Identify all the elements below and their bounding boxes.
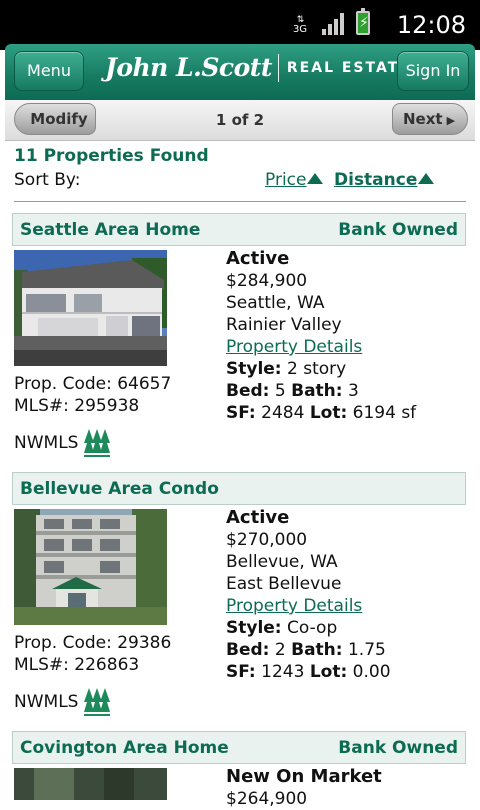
listing-style: Style: Co-op <box>226 617 391 639</box>
signal-bars-icon <box>322 11 344 35</box>
triangle-up-icon <box>418 173 435 184</box>
prop-code: Prop. Code: 64657 <box>14 374 172 394</box>
mls-source: NWMLS <box>14 688 171 716</box>
style-label: Style: <box>226 359 282 379</box>
listing-title: Covington Area Home <box>20 738 229 758</box>
bed-label: Bed: <box>226 381 270 401</box>
results-count: 11 Properties Found <box>14 146 209 166</box>
listing-style: Style: 2 story <box>226 358 416 380</box>
status-bar: ⇅ 3G ⚡ 12:08 <box>0 0 480 50</box>
mls-source-label: NWMLS <box>14 692 79 712</box>
next-button[interactable]: Next ▶ <box>392 103 468 135</box>
sort-distance-link[interactable]: Distance <box>334 170 435 190</box>
listing-city: Seattle, WA <box>226 293 325 313</box>
3g-data-icon: ⇅ 3G <box>290 15 310 35</box>
listing-title: Bellevue Area Condo <box>20 479 219 499</box>
bed-label: Bed: <box>226 640 270 660</box>
network-type-label: 3G <box>292 24 308 35</box>
listing-codes: Prop. Code: 29386 MLS#: 226863 NWMLS <box>14 632 171 716</box>
condo-photo[interactable] <box>14 509 167 625</box>
bath-label: Bath: <box>291 381 343 401</box>
sort-by-label: Sort By: <box>14 170 81 190</box>
chevron-right-icon: ▶ <box>446 114 456 127</box>
logo-divider <box>277 53 279 82</box>
style-label: Style: <box>226 618 282 638</box>
status-time: 12:08 <box>396 11 466 39</box>
sf-label: SF: <box>226 403 256 423</box>
listing-price: $284,900 <box>226 271 308 291</box>
triangle-up-icon <box>307 173 324 184</box>
listing-tag: Bank Owned <box>338 220 458 240</box>
mls-source-label: NWMLS <box>14 433 79 453</box>
listing-area: East Bellevue <box>226 574 342 594</box>
lot-label: Lot: <box>309 662 348 682</box>
listing-tag: Bank Owned <box>338 738 458 758</box>
lot-value: 6194 sf <box>352 403 417 423</box>
nwmls-trees-icon <box>84 429 111 457</box>
style-value: Co-op <box>287 618 338 638</box>
listing-sf-lot: SF: 2484 Lot: 6194 sf <box>226 402 416 424</box>
listing-price: $264,900 <box>226 789 308 809</box>
john-l-scott-logo: John L.Scott REAL ESTATE <box>105 53 411 82</box>
sf-value: 1243 <box>261 662 305 682</box>
listing-status: New On Market <box>226 766 382 787</box>
style-value: 2 story <box>287 359 347 379</box>
bath-value: 3 <box>347 381 359 401</box>
listing-status: Active <box>226 248 290 269</box>
lot-value: 0.00 <box>352 662 391 682</box>
divider <box>14 201 466 202</box>
listing-header[interactable]: Bellevue Area Condo <box>12 472 466 505</box>
listing-header[interactable]: Seattle Area Home Bank Owned <box>12 213 466 246</box>
sort-distance-label: Distance <box>334 170 418 190</box>
mls-number: MLS#: 226863 <box>14 655 140 675</box>
listing-status: Active <box>226 507 290 528</box>
property-details-link[interactable]: Property Details <box>226 596 362 616</box>
property-details-link[interactable]: Property Details <box>226 337 362 357</box>
bath-label: Bath: <box>291 640 343 660</box>
nwmls-trees-icon <box>84 688 111 716</box>
app-header: Menu John L.Scott REAL ESTATE Sign In <box>5 44 475 100</box>
sort-price-label: Price <box>265 170 307 190</box>
battery-charging-icon: ⚡ <box>356 8 370 35</box>
listing-info: New On Market $264,900 <box>226 766 382 810</box>
listing-area: Rainier Valley <box>226 315 342 335</box>
listing-sf-lot: SF: 1243 Lot: 0.00 <box>226 661 391 683</box>
listing-city: Bellevue, WA <box>226 552 338 572</box>
next-label: Next <box>403 110 443 128</box>
lot-label: Lot: <box>309 403 348 423</box>
listing-price: $270,000 <box>226 530 308 550</box>
bed-value: 5 <box>274 381 286 401</box>
sf-value: 2484 <box>261 403 305 423</box>
bed-value: 2 <box>274 640 286 660</box>
listing-info: Active $270,000 Bellevue, WA East Bellev… <box>226 507 391 683</box>
menu-button[interactable]: Menu <box>14 51 84 91</box>
listing-info: Active $284,900 Seattle, WA Rainier Vall… <box>226 248 416 424</box>
prop-code: Prop. Code: 29386 <box>14 633 172 653</box>
mls-source: NWMLS <box>14 429 171 457</box>
listing-header[interactable]: Covington Area Home Bank Owned <box>12 731 466 764</box>
logo-suffix: REAL ESTATE <box>286 59 411 76</box>
bath-value: 1.75 <box>347 640 386 660</box>
sort-price-link[interactable]: Price <box>265 170 324 190</box>
mls-number: MLS#: 295938 <box>14 396 140 416</box>
listing-title: Seattle Area Home <box>20 220 201 240</box>
logo-name: John L.Scott <box>105 53 272 82</box>
sf-label: SF: <box>226 662 256 682</box>
house-photo[interactable] <box>14 250 167 366</box>
listing-bed-bath: Bed: 2 Bath: 1.75 <box>226 639 391 661</box>
pager-bar: Modify 1 of 2 Next ▶ <box>5 100 475 141</box>
status-icons: ⇅ 3G ⚡ <box>290 8 370 35</box>
sign-in-button[interactable]: Sign In <box>397 51 469 91</box>
listing-bed-bath: Bed: 5 Bath: 3 <box>226 380 416 402</box>
house-photo[interactable] <box>14 768 167 800</box>
listing-codes: Prop. Code: 64657 MLS#: 295938 NWMLS <box>14 373 171 457</box>
